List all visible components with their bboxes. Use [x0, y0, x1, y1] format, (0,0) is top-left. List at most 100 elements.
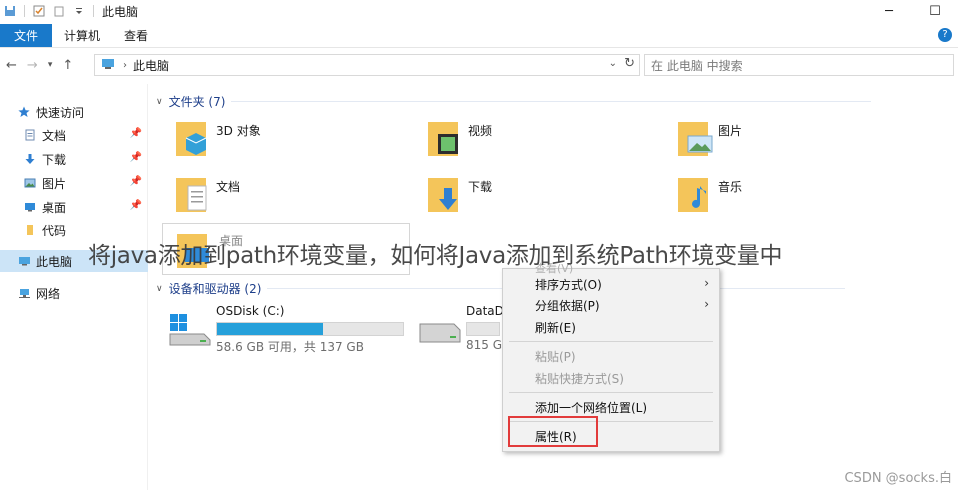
- sidebar-item-label: 此电脑: [36, 254, 73, 269]
- search-box[interactable]: 在 此电脑 中搜索: [644, 54, 954, 76]
- context-menu-item-refresh[interactable]: 刷新(E): [503, 316, 719, 338]
- recent-locations-icon[interactable]: ▾: [48, 60, 53, 70]
- window-controls: ─ ☐: [866, 0, 958, 22]
- tab-file[interactable]: 文件: [0, 24, 53, 47]
- window-title: 此电脑: [102, 4, 139, 19]
- windows-drive-icon: [168, 312, 212, 349]
- sidebar-item-downloads[interactable]: 下载 📌: [0, 148, 148, 170]
- folder-icon[interactable]: [53, 5, 65, 17]
- address-bar[interactable]: › 此电脑 ⌄ ↻: [94, 54, 640, 76]
- folder-tile-documents[interactable]: 文档: [172, 172, 412, 222]
- collapse-caret-icon[interactable]: ∨: [156, 284, 163, 294]
- context-menu-item-add-network-location[interactable]: 添加一个网络位置(L): [503, 396, 719, 418]
- sidebar-item-desktop[interactable]: 桌面 📌: [0, 196, 148, 218]
- ribbon-tabs: 文件 计算机 查看 ?: [0, 24, 958, 48]
- tab-computer[interactable]: 计算机: [52, 24, 112, 47]
- music-icon: [674, 172, 714, 216]
- folder-label: 图片: [718, 124, 743, 138]
- sidebar-item-documents[interactable]: 文档 📌: [0, 124, 148, 146]
- checklist-icon[interactable]: [33, 5, 45, 17]
- star-icon: [18, 106, 32, 118]
- folder-label: 文档: [216, 180, 241, 194]
- drive-free-space: 58.6 GB 可用，共 137 GB: [216, 340, 364, 354]
- desktop-icon: [24, 201, 38, 213]
- search-placeholder: 在 此电脑 中搜索: [651, 58, 743, 73]
- documents-icon: [24, 129, 38, 141]
- folder-tile-music[interactable]: 音乐: [674, 172, 914, 222]
- group-header-label: 设备和驱动器 (2): [168, 282, 262, 296]
- folder-tile-videos[interactable]: 视频: [424, 116, 664, 166]
- up-arrow-icon[interactable]: ↑: [62, 58, 73, 73]
- sidebar-item-label: 下载: [42, 152, 67, 167]
- back-arrow-icon[interactable]: ←: [6, 58, 17, 73]
- customize-dropdown-icon[interactable]: [73, 5, 85, 17]
- menu-divider: [509, 392, 713, 393]
- sidebar-item-label: 图片: [42, 176, 67, 191]
- tab-view[interactable]: 查看: [112, 24, 160, 47]
- pin-icon[interactable]: 📌: [130, 176, 142, 187]
- submenu-arrow-icon: ›: [704, 276, 709, 290]
- sidebar-item-network[interactable]: 网络: [0, 282, 148, 304]
- drive-usage-bar: [466, 322, 500, 336]
- hard-drive-icon: [418, 318, 462, 349]
- network-icon: [18, 287, 32, 299]
- this-pc-icon: [101, 58, 117, 73]
- pin-icon[interactable]: 📌: [130, 200, 142, 211]
- toolbar-divider: [93, 5, 94, 17]
- folder-tile-3d-objects[interactable]: 3D 对象: [172, 116, 412, 166]
- collapse-caret-icon[interactable]: ∨: [156, 97, 163, 107]
- address-dropdown-icon[interactable]: ⌄: [609, 58, 617, 69]
- help-icon[interactable]: ?: [938, 28, 952, 42]
- videos-icon: [424, 116, 464, 160]
- drive-usage-bar: [216, 322, 404, 336]
- breadcrumb-chevron-icon[interactable]: ›: [123, 60, 127, 71]
- context-menu-item-paste-shortcut[interactable]: 粘贴快捷方式(S): [503, 367, 719, 389]
- pin-icon[interactable]: 📌: [130, 152, 142, 163]
- maximize-button[interactable]: ☐: [912, 0, 958, 22]
- forward-arrow-icon[interactable]: →: [27, 58, 38, 73]
- nav-buttons: ← → ▾ ↑: [0, 58, 73, 73]
- quick-access-toolbar: [0, 0, 94, 22]
- drive-usage-fill: [217, 323, 324, 335]
- title-bar: 此电脑 ─ ☐: [0, 0, 958, 22]
- refresh-icon[interactable]: ↻: [624, 56, 635, 71]
- group-header-label: 文件夹 (7): [168, 95, 226, 109]
- download-icon: [424, 172, 464, 216]
- drive-tile-c[interactable]: OSDisk (C:) 58.6 GB 可用，共 137 GB: [168, 304, 428, 354]
- menu-divider: [509, 341, 713, 342]
- sidebar-item-label: 网络: [36, 286, 61, 301]
- sidebar-item-label: 文档: [42, 128, 67, 143]
- minimize-button[interactable]: ─: [866, 0, 912, 22]
- navigation-pane: 快速访问 文档 📌 下载 📌 图片 📌 桌面 📌 代码 此电脑 网络: [0, 84, 148, 490]
- sidebar-item-pictures[interactable]: 图片 📌: [0, 172, 148, 194]
- pictures-icon: [24, 177, 38, 189]
- sidebar-item-quick-access[interactable]: 快速访问: [0, 101, 148, 123]
- this-pc-icon: [18, 255, 32, 267]
- drive-name: DataD: [466, 304, 504, 318]
- context-menu-item-paste[interactable]: 粘贴(P): [503, 345, 719, 367]
- folder-tile-downloads[interactable]: 下载: [424, 172, 664, 222]
- save-icon[interactable]: [4, 5, 16, 17]
- menu-item-label: 排序方式(O): [535, 277, 602, 292]
- drive-name: OSDisk (C:): [216, 304, 285, 318]
- folders-group-header[interactable]: ∨ 文件夹 (7): [156, 93, 872, 110]
- sidebar-item-label: 快速访问: [36, 105, 85, 120]
- folder-label: 下载: [468, 180, 493, 194]
- context-menu-item-group-by[interactable]: 分组依据(P) ›: [503, 294, 719, 316]
- drive-free-space: 815 G: [466, 338, 503, 352]
- breadcrumb-this-pc[interactable]: 此电脑: [133, 57, 169, 74]
- overlay-caption: 将java添加到path环境变量，如何将Java添加到系统Path环境变量中: [88, 243, 783, 269]
- pin-icon[interactable]: 📌: [130, 128, 142, 139]
- submenu-arrow-icon: ›: [704, 297, 709, 311]
- context-menu-item-sort-by[interactable]: 排序方式(O) ›: [503, 273, 719, 295]
- sidebar-item-label: 代码: [42, 223, 67, 238]
- folder-tile-pictures[interactable]: 图片: [674, 116, 914, 166]
- menu-item-label: 分组依据(P): [535, 298, 600, 313]
- download-icon: [24, 153, 38, 165]
- drives-group-header[interactable]: ∨ 设备和驱动器 (2): [156, 280, 846, 297]
- folder-label: 音乐: [718, 180, 743, 194]
- highlight-box: [508, 416, 598, 447]
- 3d-objects-icon: [172, 116, 212, 160]
- navigation-bar: ← → ▾ ↑ › 此电脑 ⌄ ↻ 在 此电脑 中搜索: [0, 52, 958, 78]
- folder-icon: [24, 224, 38, 236]
